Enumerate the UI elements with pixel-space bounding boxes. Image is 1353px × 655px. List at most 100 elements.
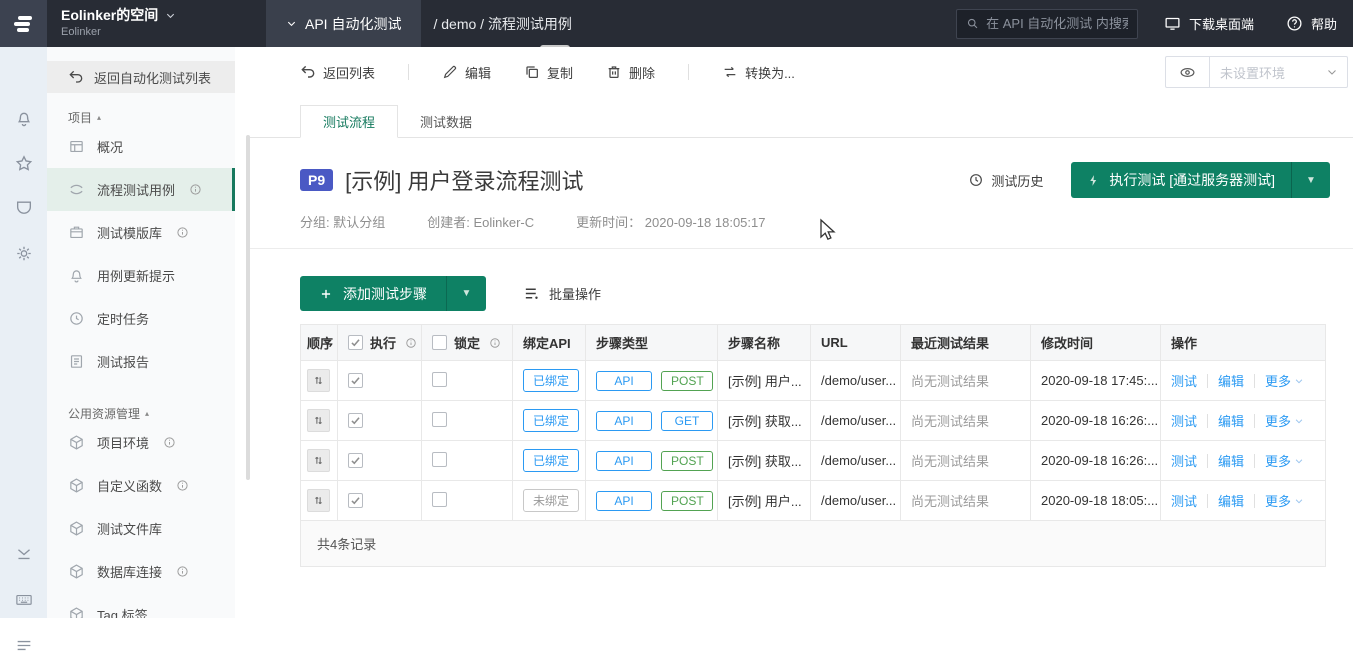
lock-checkbox[interactable] [432, 492, 447, 507]
module-tab[interactable]: API 自动化测试 [266, 0, 421, 47]
row-test-link[interactable]: 测试 [1171, 371, 1197, 390]
step-type-badge: API [596, 491, 652, 511]
step-name[interactable]: [示例] 用户... [718, 361, 811, 401]
run-all-checkbox[interactable] [348, 335, 363, 350]
collapse-icon[interactable] [14, 545, 33, 564]
workspace-name: Eolinker的空间 [61, 7, 158, 25]
bind-status-badge[interactable]: 已绑定 [523, 449, 579, 472]
drag-handle[interactable] [307, 409, 330, 432]
sidebar-item-case-update-notice[interactable]: 用例更新提示 [47, 254, 235, 297]
sidebar-item-database-connections[interactable]: 数据库连接 [47, 550, 235, 593]
run-checkbox[interactable] [348, 493, 363, 508]
help-label: 帮助 [1311, 14, 1337, 33]
run-test-button[interactable]: 执行测试 [通过服务器测试] ▼ [1071, 162, 1330, 198]
bind-status-badge[interactable]: 已绑定 [523, 409, 579, 432]
divider [1254, 454, 1255, 468]
lock-checkbox[interactable] [432, 412, 447, 427]
sidebar-item-test-reports[interactable]: 测试报告 [47, 340, 235, 383]
batch-actions-button[interactable]: 批量操作 [523, 284, 601, 303]
back-to-list-item[interactable]: 返回自动化测试列表 [47, 61, 235, 93]
row-edit-link[interactable]: 编辑 [1218, 371, 1244, 390]
step-url: /demo/user... [811, 361, 901, 401]
sidebar-item-project-environment[interactable]: 项目环境 [47, 421, 235, 464]
sidebar-item-flow-test-cases[interactable]: 流程测试用例 [47, 168, 235, 211]
env-preview-button[interactable] [1166, 57, 1210, 87]
search-input[interactable] [986, 16, 1128, 31]
http-method-badge: GET [661, 411, 713, 431]
row-more-link[interactable]: 更多 [1265, 491, 1304, 510]
row-more-link[interactable]: 更多 [1265, 371, 1304, 390]
convert-button[interactable]: 转换为... [722, 63, 795, 82]
row-more-link[interactable]: 更多 [1265, 451, 1304, 470]
help-button[interactable]: 帮助 [1286, 14, 1337, 33]
drag-handle[interactable] [307, 369, 330, 392]
lock-checkbox[interactable] [432, 372, 447, 387]
row-edit-link[interactable]: 编辑 [1218, 491, 1244, 510]
bind-status-badge[interactable]: 已绑定 [523, 369, 579, 392]
delete-button[interactable]: 删除 [606, 63, 655, 82]
test-history-button[interactable]: 测试历史 [968, 171, 1043, 190]
add-step-button[interactable]: 添加测试步骤 ▼ [300, 276, 486, 311]
run-test-dropdown[interactable]: ▼ [1292, 175, 1330, 186]
env-select-value[interactable]: 未设置环境 [1210, 63, 1326, 82]
row-test-link[interactable]: 测试 [1171, 411, 1197, 430]
chevron-down-icon[interactable] [1326, 66, 1338, 78]
sidebar-item-tags[interactable]: Tag 标签 [47, 593, 235, 618]
col-url: URL [811, 325, 901, 361]
tab-test-data[interactable]: 测试数据 [398, 105, 494, 138]
row-test-link[interactable]: 测试 [1171, 491, 1197, 510]
report-doc-icon [68, 353, 85, 370]
drag-handle[interactable] [307, 449, 330, 472]
lock-checkbox[interactable] [432, 452, 447, 467]
sidebar-item-test-templates[interactable]: 测试模版库 [47, 211, 235, 254]
section-project[interactable]: 项目 ▴ [68, 109, 235, 125]
run-checkbox[interactable] [348, 453, 363, 468]
keyboard-shortcuts-icon[interactable] [14, 590, 33, 609]
global-search[interactable] [956, 9, 1138, 39]
sidebar-item-test-file-library[interactable]: 测试文件库 [47, 507, 235, 550]
cube-icon [68, 563, 85, 580]
run-checkbox[interactable] [348, 413, 363, 428]
page-title: [示例] 用户登录流程测试 [345, 164, 583, 196]
lock-all-checkbox[interactable] [432, 335, 447, 350]
copy-button[interactable]: 复制 [524, 63, 573, 82]
section-shared-resources[interactable]: 公用资源管理 ▴ [68, 405, 235, 421]
sidebar-item-overview[interactable]: 概况 [47, 125, 235, 168]
case-creator: 创建者: Eolinker-C [427, 212, 534, 231]
page-toolbar: 返回列表 编辑 复制 删除 转换为... 未设置环境 [250, 47, 1353, 97]
step-name[interactable]: [示例] 获取... [718, 441, 811, 481]
workspace-switcher[interactable]: Eolinker的空间 Eolinker [61, 7, 266, 40]
sidebar: 返回自动化测试列表 项目 ▴ 概况 流程测试用例 测试模版库 用例更新提示 定时… [47, 47, 235, 618]
favorites-star-icon[interactable] [14, 154, 33, 173]
tab-test-flow[interactable]: 测试流程 [300, 105, 398, 138]
sidebar-item-custom-functions[interactable]: 自定义函数 [47, 464, 235, 507]
run-checkbox[interactable] [348, 373, 363, 388]
chevron-down-icon [1294, 456, 1304, 466]
step-name[interactable]: [示例] 获取... [718, 401, 811, 441]
bind-status-badge[interactable]: 未绑定 [523, 489, 579, 512]
back-to-list-button[interactable]: 返回列表 [300, 63, 375, 82]
download-desktop-button[interactable]: 下载桌面端 [1164, 14, 1254, 33]
table-header-row: 顺序 执行 锁定 [301, 325, 1326, 361]
chevron-down-icon [1294, 416, 1304, 426]
settings-gear-icon[interactable] [14, 244, 33, 263]
notifications-icon[interactable] [14, 109, 33, 128]
row-edit-link[interactable]: 编辑 [1218, 451, 1244, 470]
trash-icon [606, 64, 622, 80]
row-more-link[interactable]: 更多 [1265, 411, 1304, 430]
row-test-link[interactable]: 测试 [1171, 451, 1197, 470]
menu-lines-icon[interactable] [14, 636, 33, 655]
divider [1254, 494, 1255, 508]
app-header: Eolinker的空间 Eolinker API 自动化测试 / demo / … [0, 0, 1353, 47]
info-icon [176, 226, 189, 239]
edit-button[interactable]: 编辑 [442, 63, 491, 82]
pocket-icon[interactable] [14, 199, 33, 218]
add-step-dropdown[interactable]: ▼ [446, 276, 486, 311]
step-url: /demo/user... [811, 481, 901, 521]
row-edit-link[interactable]: 编辑 [1218, 411, 1244, 430]
step-name[interactable]: [示例] 用户... [718, 481, 811, 521]
back-to-list-label: 返回自动化测试列表 [94, 68, 211, 87]
drag-handle[interactable] [307, 489, 330, 512]
eolinker-logo[interactable] [0, 0, 47, 47]
sidebar-item-scheduled-tasks[interactable]: 定时任务 [47, 297, 235, 340]
